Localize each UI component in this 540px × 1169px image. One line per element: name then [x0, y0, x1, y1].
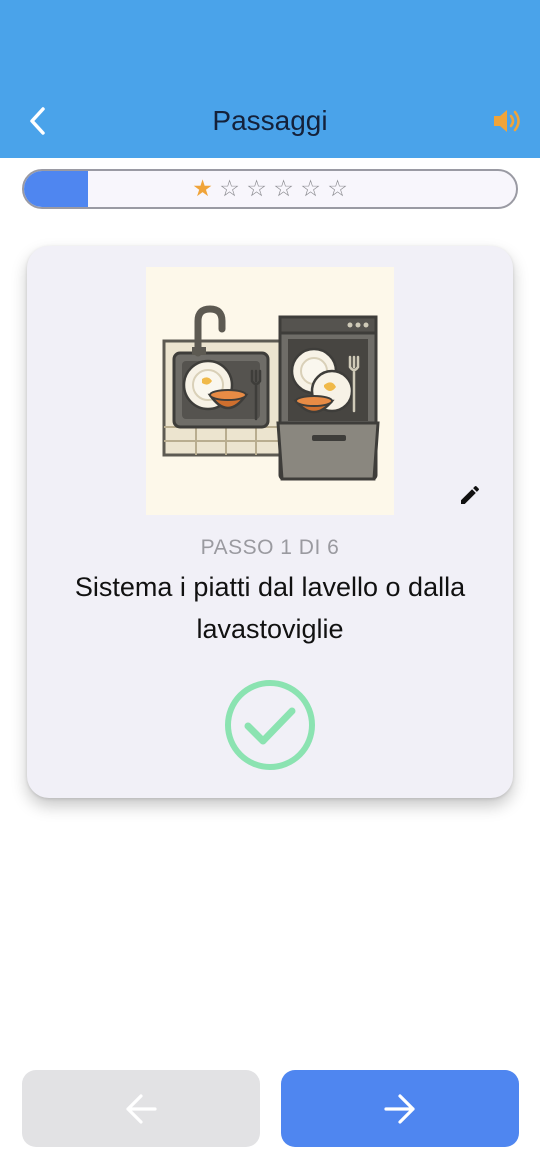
step-card: PASSO 1 DI 6 Sistema i piatti dal lavell…: [27, 246, 513, 798]
star-rating: ★ ☆ ☆ ☆ ☆ ☆: [24, 171, 516, 207]
app-header: Passaggi: [0, 0, 540, 158]
star-empty-icon: ☆: [219, 176, 240, 202]
step-counter: PASSO 1 DI 6: [200, 536, 340, 559]
pencil-icon: [461, 485, 479, 504]
star-filled-icon: ★: [192, 176, 213, 202]
star-empty-icon: ☆: [327, 176, 348, 202]
sound-button[interactable]: [488, 102, 528, 140]
next-step-button[interactable]: [281, 1070, 519, 1147]
previous-step-button[interactable]: [22, 1070, 260, 1147]
page-title: Passaggi: [212, 105, 328, 136]
edit-button[interactable]: [455, 480, 485, 510]
arrow-right-icon: [384, 1093, 415, 1124]
progress-bar: ★ ☆ ☆ ☆ ☆ ☆: [22, 169, 518, 209]
sink-and-dishwasher-illustration: [146, 267, 394, 515]
step-description: Sistema i piatti dal lavello o dalla lav…: [74, 572, 466, 644]
star-empty-icon: ☆: [246, 176, 267, 202]
check-circle-icon: [225, 680, 315, 770]
complete-step-button[interactable]: [223, 678, 317, 772]
arrow-left-icon: [126, 1093, 157, 1124]
star-empty-icon: ☆: [273, 176, 294, 202]
speaker-icon: [494, 110, 520, 132]
star-empty-icon: ☆: [300, 176, 321, 202]
